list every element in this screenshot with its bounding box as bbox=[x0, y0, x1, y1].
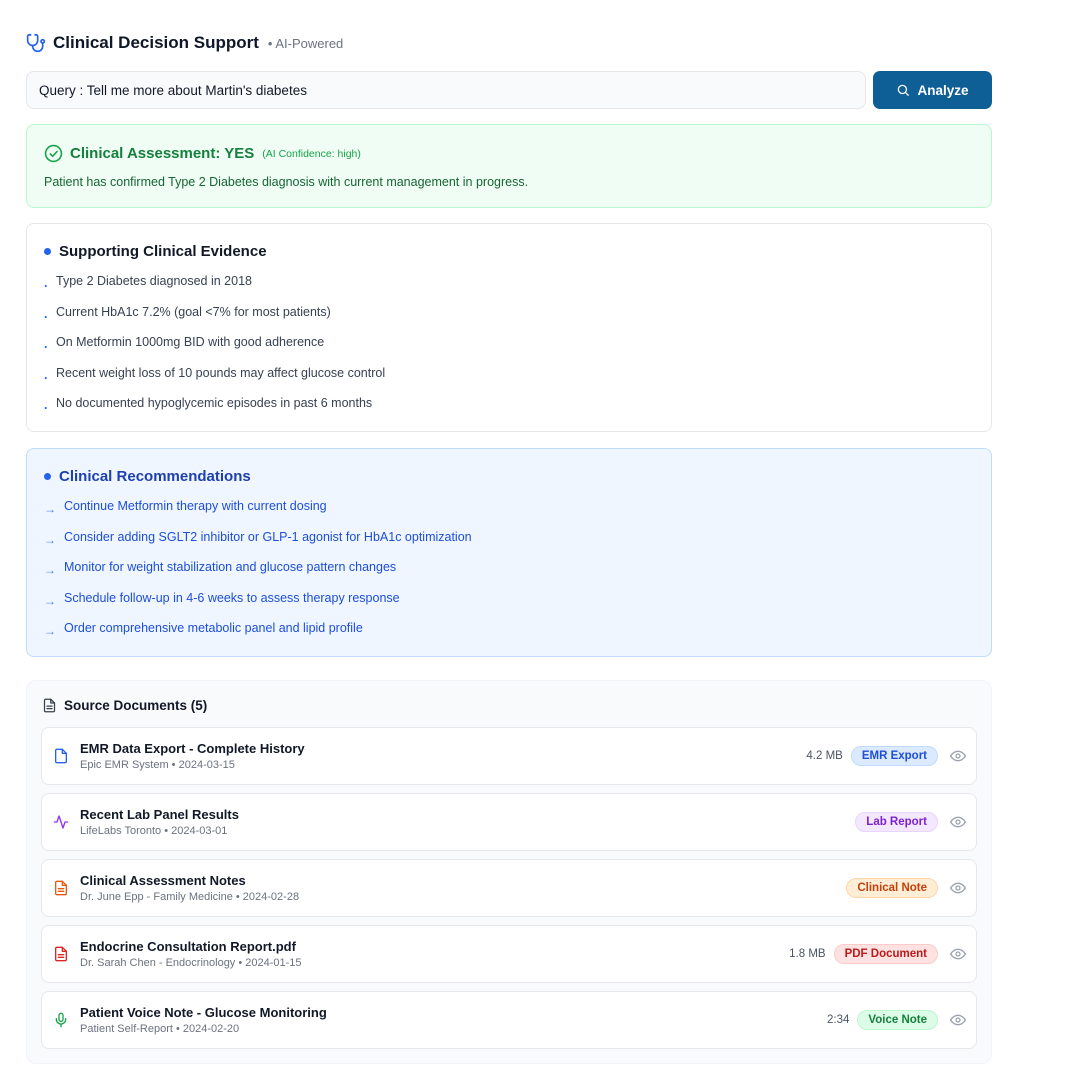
document-type-badge: EMR Export bbox=[850, 746, 938, 766]
document-duration: 2:34 bbox=[827, 1014, 850, 1026]
pdf-file-icon bbox=[55, 946, 67, 962]
source-document-row[interactable]: Patient Voice Note - Glucose Monitoring … bbox=[41, 991, 977, 1049]
recommendation-text: Consider adding SGLT2 inhibitor or GLP-1… bbox=[64, 529, 472, 544]
evidence-text: On Metformin 1000mg BID with good adhere… bbox=[56, 335, 325, 349]
evidence-heading: Supporting Clinical Evidence bbox=[44, 243, 267, 260]
microphone-icon bbox=[55, 1012, 67, 1028]
stethoscope-icon bbox=[26, 33, 46, 53]
query-input[interactable] bbox=[26, 71, 866, 109]
source-documents-heading: Source Documents (5) bbox=[42, 698, 207, 713]
bullet-icon: . bbox=[44, 276, 48, 290]
document-meta: Epic EMR System • 2024-03-15 bbox=[80, 759, 235, 771]
arrow-right-icon: → bbox=[44, 502, 56, 516]
assessment-confidence: (AI Confidence: high) bbox=[262, 147, 361, 160]
recommendation-text: Continue Metformin therapy with current … bbox=[64, 499, 327, 513]
evidence-text: No documented hypoglycemic episodes in p… bbox=[56, 396, 373, 410]
file-icon bbox=[55, 748, 67, 764]
recommendation-text: Monitor for weight stabilization and glu… bbox=[64, 560, 397, 574]
analyze-button-label: Analyze bbox=[917, 82, 969, 98]
recommendations-heading: Clinical Recommendations bbox=[44, 468, 251, 485]
eye-icon[interactable] bbox=[950, 946, 966, 962]
recommendations-title: Clinical Recommendations bbox=[59, 468, 251, 485]
page-title: Clinical Decision Support bbox=[53, 33, 259, 52]
source-document-row[interactable]: EMR Data Export - Complete History Epic … bbox=[41, 727, 977, 785]
arrow-right-icon: → bbox=[44, 593, 56, 608]
document-icon bbox=[43, 698, 56, 713]
evidence-item: . Recent weight loss of 10 pounds may aff… bbox=[44, 366, 385, 397]
evidence-list: . Type 2 Diabetes diagnosed in 2018 . Curr… bbox=[44, 274, 385, 427]
supporting-evidence-card: Supporting Clinical Evidence . Type 2 Dia… bbox=[26, 223, 992, 432]
document-size: 4.2 MB bbox=[806, 750, 843, 762]
recommendation-item: → Consider adding SGLT2 inhibitor or GLP-… bbox=[44, 530, 472, 561]
evidence-item: . Type 2 Diabetes diagnosed in 2018 bbox=[44, 274, 385, 305]
eye-icon[interactable] bbox=[950, 880, 966, 896]
bullet-icon: . bbox=[44, 398, 48, 412]
bullet-icon: . bbox=[44, 367, 48, 382]
recommendations-list: → Continue Metformin therapy with current… bbox=[44, 499, 472, 652]
document-name: Endocrine Consultation Report.pdf bbox=[80, 939, 296, 954]
analyze-button[interactable]: Analyze bbox=[873, 71, 992, 109]
source-document-row[interactable]: Endocrine Consultation Report.pdf Dr. Sa… bbox=[41, 925, 977, 983]
arrow-right-icon: → bbox=[44, 532, 56, 547]
page-subtitle: • AI-Powered bbox=[267, 35, 344, 51]
clinical-assessment-card: Clinical Assessment: YES (AI Confidence:… bbox=[26, 124, 992, 208]
document-type-badge: Voice Note bbox=[857, 1010, 938, 1030]
eye-icon[interactable] bbox=[950, 1012, 966, 1028]
recommendation-item: → Continue Metformin therapy with current… bbox=[44, 499, 472, 530]
activity-icon bbox=[53, 815, 69, 829]
document-meta: Patient Self-Report • 2024-02-20 bbox=[80, 1023, 240, 1035]
source-document-row[interactable]: Clinical Assessment Notes Dr. June Epp -… bbox=[41, 859, 977, 917]
bullet-icon: . bbox=[44, 306, 48, 321]
document-meta: Dr. June Epp - Family Medicine • 2024-02… bbox=[80, 891, 300, 903]
search-icon bbox=[898, 84, 910, 96]
evidence-text: Current HbA1c 7.2% (goal <7% for most pa… bbox=[56, 304, 331, 319]
document-name: Patient Voice Note - Glucose Monitoring bbox=[80, 1005, 327, 1020]
evidence-item: . On Metformin 1000mg BID with good adher… bbox=[44, 335, 385, 366]
check-circle-icon bbox=[44, 144, 63, 163]
source-document-row[interactable]: Recent Lab Panel Results LifeLabs Toront… bbox=[41, 793, 977, 851]
query-bar: Analyze bbox=[26, 71, 992, 109]
document-size: 1.8 MB bbox=[789, 948, 826, 960]
document-type-badge: PDF Document bbox=[833, 944, 938, 964]
bullet-dot-icon bbox=[44, 248, 51, 255]
source-documents-title: Source Documents (5) bbox=[64, 698, 208, 713]
assessment-label: Clinical Assessment: YES bbox=[70, 145, 255, 162]
evidence-item: . Current HbA1c 7.2% (goal <7% for most p… bbox=[44, 305, 385, 336]
document-meta: Dr. Sarah Chen - Endocrinology • 2024-01… bbox=[80, 957, 302, 969]
source-documents-panel: Source Documents (5) EMR Data Export - C… bbox=[26, 680, 992, 1064]
eye-icon[interactable] bbox=[950, 748, 966, 764]
evidence-title: Supporting Clinical Evidence bbox=[59, 243, 267, 260]
eye-icon[interactable] bbox=[950, 814, 966, 830]
assessment-description: Patient has confirmed Type 2 Diabetes di… bbox=[44, 175, 529, 189]
document-type-badge: Lab Report bbox=[855, 812, 938, 832]
arrow-right-icon: → bbox=[44, 563, 56, 577]
arrow-right-icon: → bbox=[44, 624, 56, 638]
bullet-dot-icon bbox=[44, 473, 51, 480]
recommendation-text: Order comprehensive metabolic panel and … bbox=[64, 621, 363, 635]
evidence-item: . No documented hypoglycemic episodes in … bbox=[44, 396, 385, 427]
bullet-icon: . bbox=[44, 337, 48, 351]
evidence-text: Type 2 Diabetes diagnosed in 2018 bbox=[56, 274, 252, 288]
recommendation-item: → Monitor for weight stabilization and gl… bbox=[44, 560, 472, 591]
file-text-icon bbox=[55, 880, 67, 896]
document-meta: LifeLabs Toronto • 2024-03-01 bbox=[80, 825, 228, 837]
document-name: EMR Data Export - Complete History bbox=[80, 741, 305, 756]
page-header: Clinical Decision Support • AI-Powered bbox=[26, 31, 343, 55]
recommendation-item: → Schedule follow-up in 4-6 weeks to asse… bbox=[44, 591, 472, 622]
clinical-recommendations-card: Clinical Recommendations → Continue Metfo… bbox=[26, 448, 992, 657]
recommendation-text: Schedule follow-up in 4-6 weeks to asses… bbox=[64, 590, 400, 605]
recommendation-item: → Order comprehensive metabolic panel and… bbox=[44, 621, 472, 652]
evidence-text: Recent weight loss of 10 pounds may affe… bbox=[56, 365, 386, 380]
document-name: Recent Lab Panel Results bbox=[80, 807, 239, 822]
document-name: Clinical Assessment Notes bbox=[80, 873, 246, 888]
document-type-badge: Clinical Note bbox=[846, 878, 938, 898]
